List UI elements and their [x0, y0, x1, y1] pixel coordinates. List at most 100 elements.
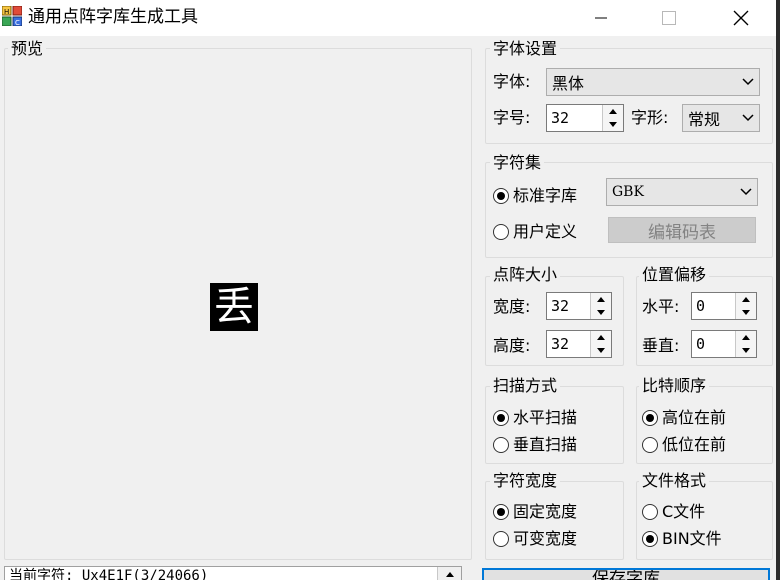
- font-style-value: 常规: [688, 110, 721, 129]
- arrow-up-icon: [742, 335, 750, 340]
- width-input[interactable]: [547, 293, 591, 319]
- font-style-select[interactable]: 常规: [682, 104, 760, 132]
- height-stepper[interactable]: [546, 330, 612, 358]
- font-size-stepper[interactable]: [546, 104, 624, 132]
- format-bin-label: BIN文件: [662, 529, 722, 548]
- horizontal-offset-down-button[interactable]: [736, 306, 756, 319]
- height-up-button[interactable]: [591, 331, 611, 345]
- save-font-label: 保存字库: [592, 569, 660, 580]
- vertical-offset-up-button[interactable]: [736, 331, 756, 345]
- bit-lsb-first-label: 低位在前: [662, 435, 727, 454]
- radio-checked-icon: [493, 504, 509, 520]
- vertical-offset-stepper[interactable]: [691, 330, 757, 358]
- char-width-label: 字符宽度: [490, 471, 561, 491]
- vertical-offset-input[interactable]: [692, 331, 736, 357]
- vertical-offset-label: 垂直:: [642, 336, 680, 355]
- status-field: 当前字符: Ux4E1F(3/24066): [4, 566, 462, 580]
- format-c-label: C文件: [662, 502, 706, 521]
- horizontal-offset-up-button[interactable]: [736, 293, 756, 307]
- height-label: 高度:: [493, 336, 531, 355]
- minimize-button[interactable]: [578, 0, 624, 36]
- window-title: 通用点阵字库生成工具: [28, 7, 198, 27]
- svg-text:C: C: [15, 19, 20, 26]
- scan-horizontal-label: 水平扫描: [513, 408, 578, 427]
- scan-vertical-radio[interactable]: 垂直扫描: [493, 433, 577, 457]
- matrix-size-label: 点阵大小: [490, 265, 561, 285]
- edit-codetable-button[interactable]: 编辑码表: [608, 217, 756, 243]
- arrow-up-icon: [597, 335, 605, 340]
- preview-label: 预览: [8, 39, 47, 59]
- arrow-down-icon: [742, 310, 750, 315]
- arrow-up-icon: [445, 571, 454, 577]
- scan-mode-label: 扫描方式: [490, 376, 561, 396]
- radio-checked-icon: [493, 188, 509, 204]
- arrow-up-icon: [597, 297, 605, 302]
- horizontal-offset-input[interactable]: [692, 293, 736, 319]
- arrow-down-icon: [609, 122, 617, 127]
- format-bin-radio[interactable]: BIN文件: [642, 527, 722, 551]
- width-label: 宽度:: [493, 297, 531, 316]
- status-text: 当前字符: Ux4E1F(3/24066): [9, 568, 209, 580]
- arrow-up-icon: [742, 297, 750, 302]
- svg-text:H: H: [4, 8, 9, 16]
- charset-user-label: 用户定义: [513, 222, 578, 241]
- radio-checked-icon: [642, 410, 658, 426]
- preview-glyph: 丢: [210, 283, 258, 331]
- scan-vertical-label: 垂直扫描: [513, 435, 578, 454]
- chevron-down-icon: [737, 69, 759, 95]
- font-label: 字体:: [493, 72, 531, 91]
- close-button[interactable]: [718, 0, 764, 36]
- font-settings-label: 字体设置: [490, 39, 561, 59]
- arrow-down-icon: [597, 348, 605, 353]
- scan-horizontal-radio[interactable]: 水平扫描: [493, 406, 577, 430]
- maximize-button[interactable]: [646, 0, 692, 36]
- bit-msb-first-radio[interactable]: 高位在前: [642, 406, 726, 430]
- bit-lsb-first-radio[interactable]: 低位在前: [642, 433, 726, 457]
- horizontal-offset-stepper[interactable]: [691, 292, 757, 320]
- chevron-down-icon: [735, 179, 757, 205]
- window-edge: [776, 0, 780, 580]
- encoding-select[interactable]: GBK: [606, 178, 758, 206]
- charset-label: 字符集: [490, 153, 545, 173]
- width-down-button[interactable]: [591, 306, 611, 319]
- bit-order-label: 比特顺序: [639, 376, 710, 396]
- font-size-input[interactable]: [547, 105, 603, 131]
- width-stepper[interactable]: [546, 292, 612, 320]
- radio-unchecked-icon: [493, 437, 509, 453]
- radio-checked-icon: [493, 410, 509, 426]
- font-size-up-button[interactable]: [603, 105, 623, 119]
- width-variable-label: 可变宽度: [513, 529, 578, 548]
- height-input[interactable]: [547, 331, 591, 357]
- width-fixed-label: 固定宽度: [513, 502, 578, 521]
- close-icon: [733, 10, 749, 26]
- radio-unchecked-icon: [642, 437, 658, 453]
- app-grid-icon: H C: [2, 6, 22, 26]
- font-size-down-button[interactable]: [603, 118, 623, 131]
- status-scroll-up-button[interactable]: [437, 567, 461, 580]
- format-c-radio[interactable]: C文件: [642, 500, 705, 524]
- charset-standard-radio[interactable]: 标准字库: [493, 184, 577, 208]
- width-variable-radio[interactable]: 可变宽度: [493, 527, 577, 551]
- radio-unchecked-icon: [493, 224, 509, 240]
- arrow-down-icon: [742, 348, 750, 353]
- vertical-offset-down-button[interactable]: [736, 344, 756, 357]
- bit-msb-first-label: 高位在前: [662, 408, 727, 427]
- radio-unchecked-icon: [493, 531, 509, 547]
- width-fixed-radio[interactable]: 固定宽度: [493, 500, 577, 524]
- height-down-button[interactable]: [591, 344, 611, 357]
- chevron-down-icon: [737, 105, 759, 131]
- font-select[interactable]: 黑体: [546, 68, 760, 96]
- file-format-label: 文件格式: [639, 471, 710, 491]
- save-font-button[interactable]: 保存字库: [482, 568, 770, 580]
- maximize-icon: [662, 11, 676, 25]
- arrow-down-icon: [597, 310, 605, 315]
- charset-standard-label: 标准字库: [513, 186, 578, 205]
- horizontal-offset-label: 水平:: [642, 297, 680, 316]
- size-label: 字号:: [493, 108, 531, 127]
- minimize-icon: [595, 17, 607, 19]
- encoding-value: GBK: [612, 184, 644, 200]
- title-bar[interactable]: H C 通用点阵字库生成工具: [0, 0, 776, 36]
- charset-user-radio[interactable]: 用户定义: [493, 220, 577, 244]
- width-up-button[interactable]: [591, 293, 611, 307]
- arrow-up-icon: [609, 109, 617, 114]
